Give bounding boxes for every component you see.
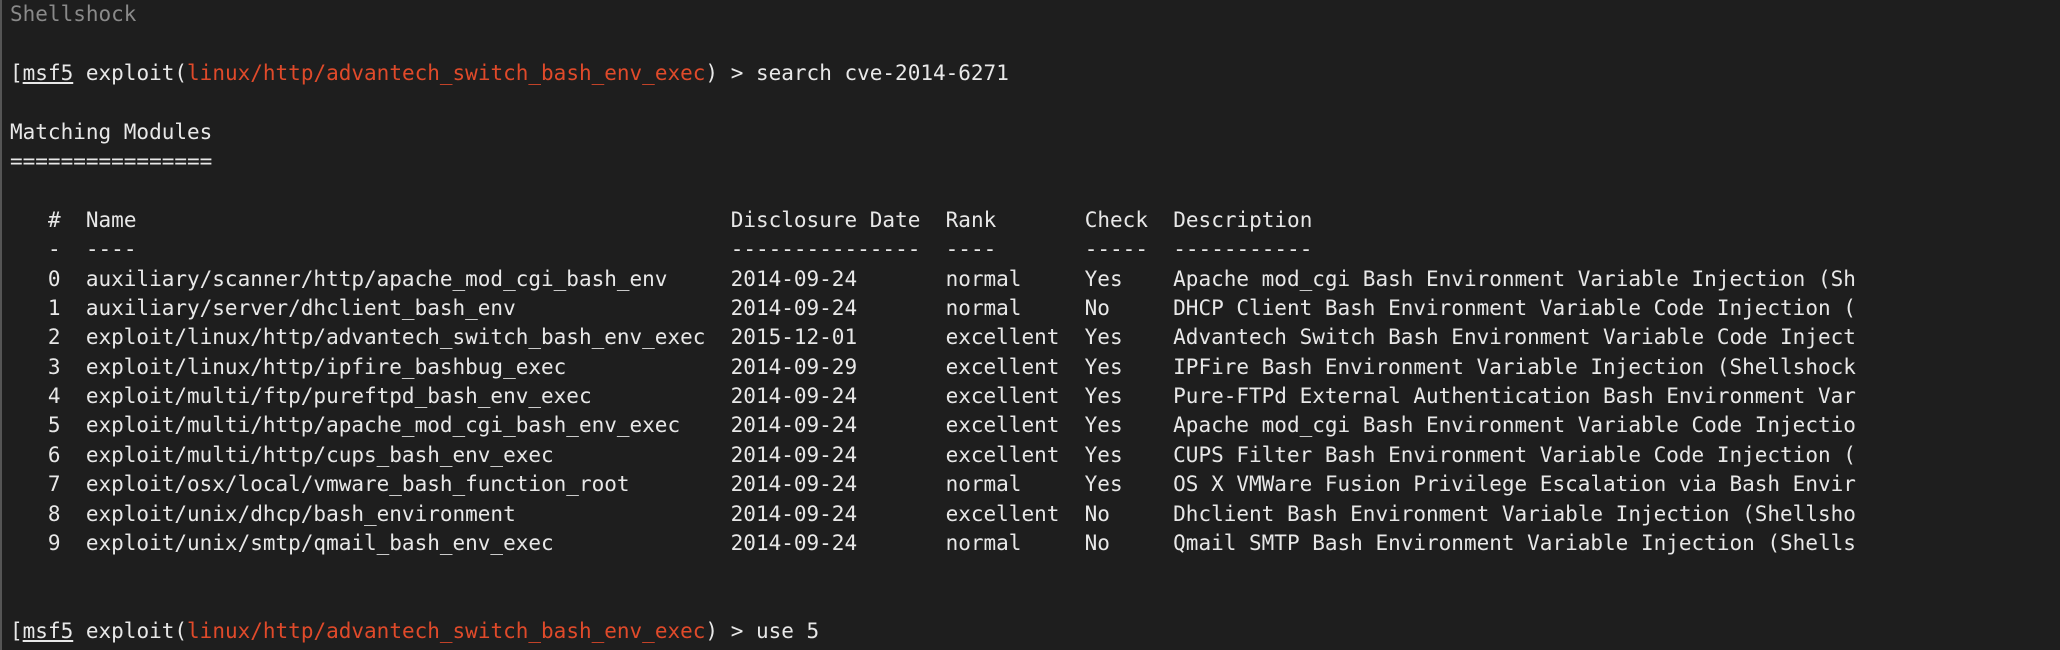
table-row: 0 auxiliary/scanner/http/apache_mod_cgi_… xyxy=(10,265,2052,294)
prompt-bracket-open: [ xyxy=(10,61,23,85)
table-row: 7 exploit/osx/local/vmware_bash_function… xyxy=(10,470,2052,499)
col-name-underline: ---- xyxy=(86,237,137,261)
blank-line xyxy=(10,588,2052,617)
col-name-header: Name xyxy=(86,208,137,232)
prompt-module-path: linux/http/advantech_switch_bash_env_exe… xyxy=(187,61,705,85)
table-row: 1 auxiliary/server/dhclient_bash_env 201… xyxy=(10,294,2052,323)
col-desc-header: Description xyxy=(1173,208,1312,232)
prompt-exploit-word: exploit( xyxy=(73,619,187,643)
matching-modules-heading: Matching Modules xyxy=(10,118,2052,147)
blank-line xyxy=(10,176,2052,205)
table-row: 6 exploit/multi/http/cups_bash_env_exec … xyxy=(10,441,2052,470)
msf-label: msf5 xyxy=(23,619,74,643)
terminal-output[interactable]: Shellshock [msf5 exploit(linux/http/adva… xyxy=(0,0,2060,650)
col-check-underline: ----- xyxy=(1085,237,1148,261)
prompt-close: ) > xyxy=(705,619,756,643)
col-idx-underline: - xyxy=(48,237,61,261)
command-entered-2: use 5 xyxy=(756,619,819,643)
results-header-row: # Name Disclosure Date Rank Check Descri… xyxy=(10,206,2052,235)
table-row: 4 exploit/multi/ftp/pureftpd_bash_env_ex… xyxy=(10,382,2052,411)
col-idx-header xyxy=(10,208,48,232)
blank-line xyxy=(10,558,2052,587)
blank-line xyxy=(10,88,2052,117)
prompt-close: ) > xyxy=(705,61,756,85)
prompt-line-1: [msf5 exploit(linux/http/advantech_switc… xyxy=(10,59,2052,88)
col-date-header: Disclosure Date xyxy=(731,208,921,232)
matching-modules-underline: ================ xyxy=(10,147,2052,176)
msf-label: msf5 xyxy=(23,61,74,85)
table-row: 8 exploit/unix/dhcp/bash_environment 201… xyxy=(10,500,2052,529)
col-rank-underline: ---- xyxy=(946,237,997,261)
col-idx-header-text: # xyxy=(48,208,61,232)
col-check-header: Check xyxy=(1085,208,1148,232)
col-date-underline: --------------- xyxy=(731,237,921,261)
prompt-bracket-open: [ xyxy=(10,619,23,643)
table-row: 3 exploit/linux/http/ipfire_bashbug_exec… xyxy=(10,353,2052,382)
table-row: 2 exploit/linux/http/advantech_switch_ba… xyxy=(10,323,2052,352)
col-desc-underline: ----------- xyxy=(1173,237,1312,261)
blank-line xyxy=(10,29,2052,58)
table-row: 9 exploit/unix/smtp/qmail_bash_env_exec … xyxy=(10,529,2052,558)
results-rows: 0 auxiliary/scanner/http/apache_mod_cgi_… xyxy=(10,265,2052,559)
results-underline-row: - ---- --------------- ---- ----- ------… xyxy=(10,235,2052,264)
col-rank-header: Rank xyxy=(946,208,997,232)
prompt-module-path: linux/http/advantech_switch_bash_env_exe… xyxy=(187,619,705,643)
previous-output-tail: Shellshock xyxy=(10,0,2052,29)
prompt-exploit-word: exploit( xyxy=(73,61,187,85)
table-row: 5 exploit/multi/http/apache_mod_cgi_bash… xyxy=(10,411,2052,440)
prompt-line-2: [msf5 exploit(linux/http/advantech_switc… xyxy=(10,617,2052,646)
command-entered-1: search cve-2014-6271 xyxy=(756,61,1009,85)
